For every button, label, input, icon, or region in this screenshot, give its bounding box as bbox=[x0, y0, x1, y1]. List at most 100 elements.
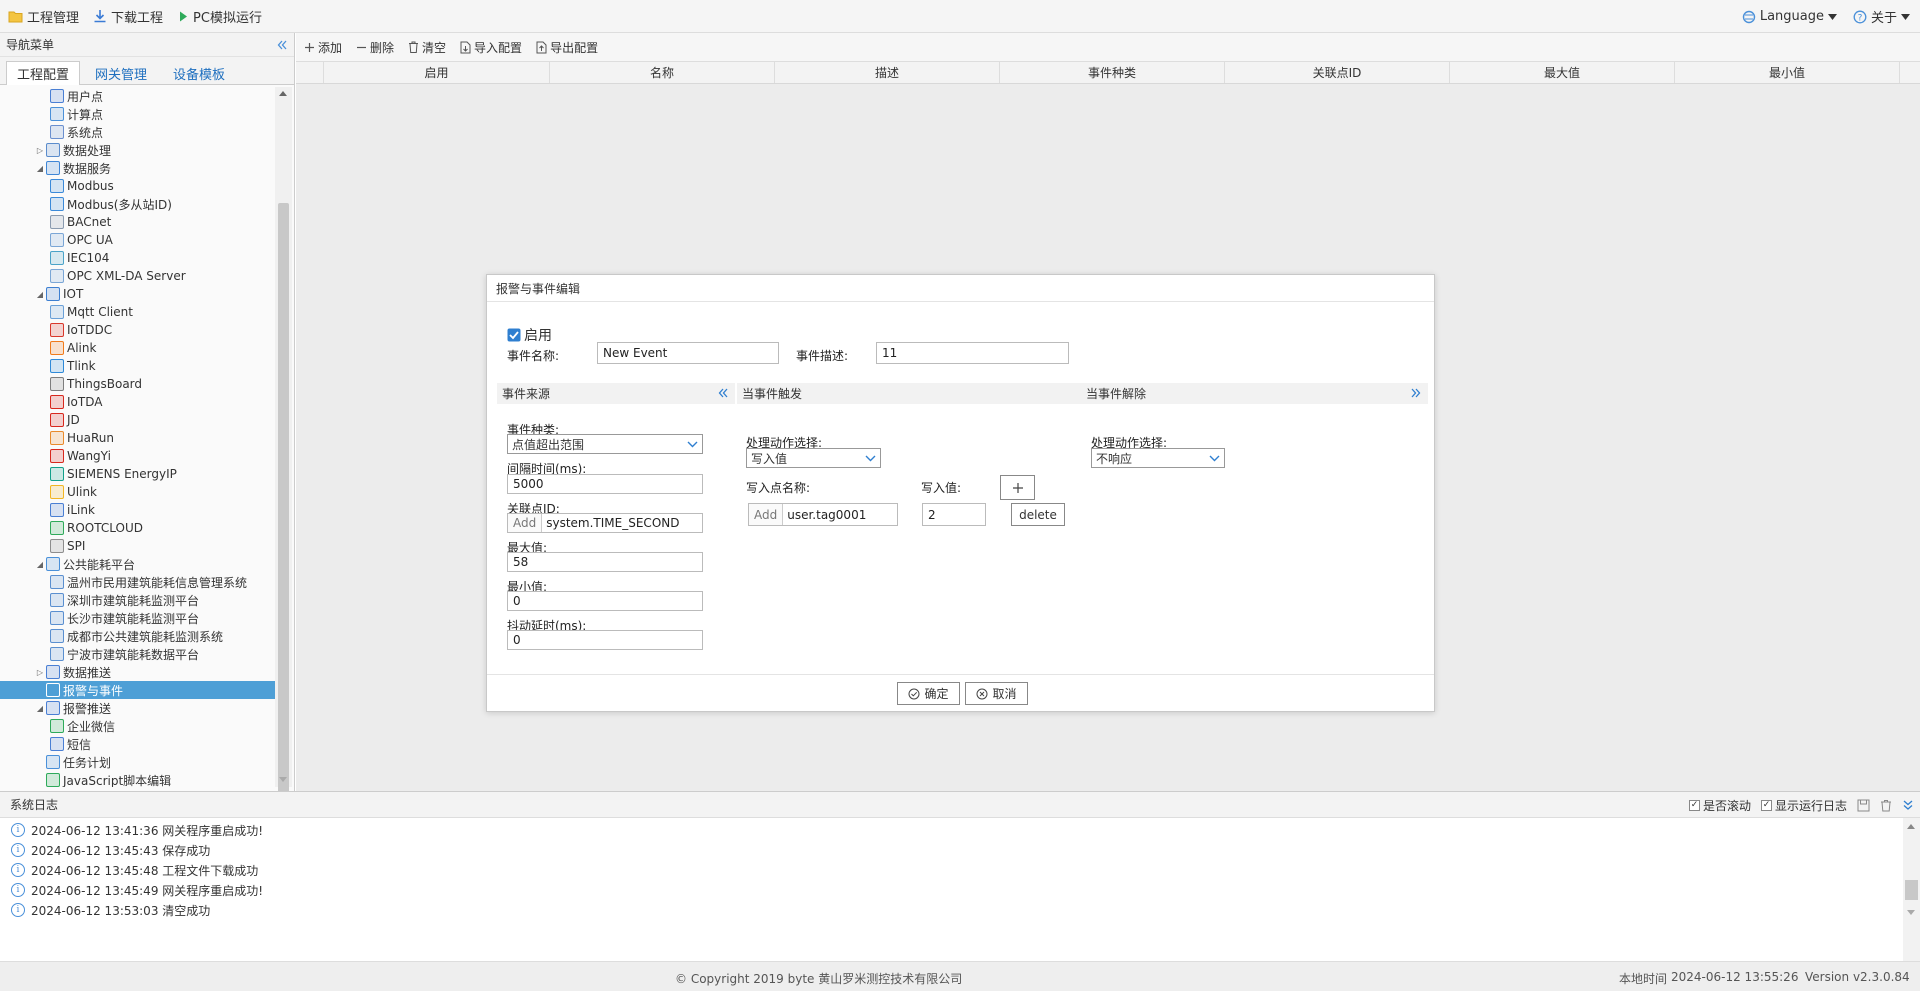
trigger-action-select[interactable]: 写入值 bbox=[746, 448, 881, 468]
tab-project-config[interactable]: 工程配置 bbox=[6, 61, 81, 85]
collapse-source-icon[interactable] bbox=[717, 387, 729, 399]
column-header-name[interactable]: 名称 bbox=[550, 62, 775, 83]
add-write-row-button[interactable] bbox=[1000, 475, 1035, 500]
tree-collapse-icon[interactable]: ◢ bbox=[34, 702, 46, 714]
tree-item[interactable]: Modbus bbox=[0, 177, 275, 195]
log-scrollbar[interactable] bbox=[1903, 818, 1920, 962]
tree-item[interactable]: 成都市公共建筑能耗监测系统 bbox=[0, 627, 275, 645]
write-value-input[interactable]: 2 bbox=[922, 503, 986, 526]
tab-gateway-mgmt[interactable]: 网关管理 bbox=[84, 61, 158, 84]
column-header-point-id[interactable]: 关联点ID bbox=[1225, 62, 1450, 83]
clear-log-icon[interactable] bbox=[1880, 799, 1892, 812]
column-header-event-type[interactable]: 事件种类 bbox=[1000, 62, 1225, 83]
import-config-button[interactable]: 导入配置 bbox=[460, 39, 522, 56]
column-header-max[interactable]: 最大值 bbox=[1450, 62, 1675, 83]
tree-item[interactable]: 宁波市建筑能耗数据平台 bbox=[0, 645, 275, 663]
tree-collapse-icon[interactable]: ◢ bbox=[34, 288, 46, 300]
tree-item[interactable]: BACnet bbox=[0, 213, 275, 231]
tree-item[interactable]: 长沙市建筑能耗监测平台 bbox=[0, 609, 275, 627]
tree-expand-icon[interactable]: ▷ bbox=[34, 144, 46, 156]
tree-item[interactable]: iLink bbox=[0, 501, 275, 519]
language-menu[interactable]: Language bbox=[1742, 9, 1837, 24]
about-menu[interactable]: ? 关于 bbox=[1853, 7, 1910, 26]
tree-item[interactable]: Alink bbox=[0, 339, 275, 357]
navigation-scroll-thumb[interactable] bbox=[278, 203, 289, 803]
ok-button[interactable]: 确定 bbox=[897, 682, 960, 705]
interval-input[interactable]: 5000 bbox=[507, 474, 703, 494]
tree-item[interactable]: IoTDA bbox=[0, 393, 275, 411]
debounce-input[interactable]: 0 bbox=[507, 630, 703, 650]
delete-button[interactable]: 删除 bbox=[356, 39, 394, 56]
tree-item[interactable]: 任务计划 bbox=[0, 753, 275, 771]
tree-item[interactable]: Tlink bbox=[0, 357, 275, 375]
tree-item[interactable]: Mqtt Client bbox=[0, 303, 275, 321]
show-run-log-checkbox[interactable]: ✓ 显示运行日志 bbox=[1760, 797, 1847, 814]
delete-write-row-button[interactable]: delete bbox=[1011, 503, 1065, 526]
tree-item[interactable]: HuaRun bbox=[0, 429, 275, 447]
event-name-input[interactable]: New Event bbox=[597, 342, 779, 364]
clear-button[interactable]: 清空 bbox=[408, 39, 446, 56]
tree-item[interactable]: Ulink bbox=[0, 483, 275, 501]
download-project-button[interactable]: 下载工程 bbox=[93, 7, 163, 26]
tree-item[interactable]: ◢ 数据服务 bbox=[0, 159, 275, 177]
collapse-left-icon[interactable] bbox=[276, 39, 288, 51]
column-header-min[interactable]: 最小值 bbox=[1675, 62, 1900, 83]
tree-item[interactable]: SPI bbox=[0, 537, 275, 555]
tree-item[interactable]: Modbus(多从站ID) bbox=[0, 195, 275, 213]
scroll-up-icon[interactable] bbox=[279, 91, 287, 96]
tree-item[interactable]: 温州市民用建筑能耗信息管理系统 bbox=[0, 573, 275, 591]
export-config-button[interactable]: 导出配置 bbox=[536, 39, 598, 56]
tree-item[interactable]: JavaScript脚本编辑 bbox=[0, 771, 275, 787]
tree-item[interactable]: ◢ 报警推送 bbox=[0, 699, 275, 717]
column-header-description[interactable]: 描述 bbox=[775, 62, 1000, 83]
scroll-up-icon[interactable] bbox=[1907, 824, 1915, 829]
add-button[interactable]: 添加 bbox=[304, 39, 342, 56]
tree-item[interactable]: 系统点 bbox=[0, 123, 275, 141]
min-value-input[interactable]: 0 bbox=[507, 591, 703, 611]
scroll-down-icon[interactable] bbox=[1907, 910, 1915, 915]
tree-item[interactable]: 企业微信 bbox=[0, 717, 275, 735]
scroll-down-icon[interactable] bbox=[279, 777, 287, 782]
log-scroll-thumb[interactable] bbox=[1905, 880, 1918, 900]
tree-item[interactable]: ▷ 数据处理 bbox=[0, 141, 275, 159]
point-id-field[interactable]: Add system.TIME_SECOND bbox=[507, 513, 703, 533]
tree-item[interactable]: OPC XML-DA Server bbox=[0, 267, 275, 285]
tree-item[interactable]: JD bbox=[0, 411, 275, 429]
tree-item[interactable]: 深圳市建筑能耗监测平台 bbox=[0, 591, 275, 609]
auto-scroll-checkbox[interactable]: ✓ 是否滚动 bbox=[1688, 797, 1751, 814]
column-header-enable[interactable]: 启用 bbox=[324, 62, 550, 83]
write-point-field[interactable]: Add user.tag0001 bbox=[748, 503, 898, 526]
tree-item[interactable]: SIEMENS EnergyIP bbox=[0, 465, 275, 483]
tree-expand-icon[interactable]: ▷ bbox=[34, 666, 46, 678]
event-desc-input[interactable]: 11 bbox=[876, 342, 1069, 364]
tree-item[interactable]: ▷ 数据推送 bbox=[0, 663, 275, 681]
save-log-icon[interactable] bbox=[1857, 799, 1870, 812]
tree-collapse-icon[interactable]: ◢ bbox=[34, 558, 46, 570]
tree-item[interactable]: 报警与事件 bbox=[0, 681, 275, 699]
tree-item[interactable]: IoTDDC bbox=[0, 321, 275, 339]
tab-device-template[interactable]: 设备模板 bbox=[162, 61, 236, 84]
project-mgmt-button[interactable]: 工程管理 bbox=[8, 7, 79, 26]
expand-release-icon[interactable] bbox=[1410, 387, 1422, 399]
max-value-input[interactable]: 58 bbox=[507, 552, 703, 572]
tree-item[interactable]: 用户点 bbox=[0, 87, 275, 105]
enable-checkbox[interactable] bbox=[507, 328, 521, 342]
tree-item[interactable]: ◢ 公共能耗平台 bbox=[0, 555, 275, 573]
cancel-button[interactable]: 取消 bbox=[965, 682, 1028, 705]
point-id-add-button[interactable]: Add bbox=[508, 514, 543, 532]
tree-item[interactable]: OPC UA bbox=[0, 231, 275, 249]
tree-item[interactable]: ◢ IOT bbox=[0, 285, 275, 303]
enable-checkbox-row[interactable]: 启用 bbox=[507, 325, 552, 345]
collapse-log-icon[interactable] bbox=[1902, 799, 1914, 811]
tree-collapse-icon[interactable]: ◢ bbox=[34, 162, 46, 174]
tree-item[interactable]: IEC104 bbox=[0, 249, 275, 267]
pc-simulate-button[interactable]: PC模拟运行 bbox=[177, 7, 262, 26]
release-action-select[interactable]: 不响应 bbox=[1091, 448, 1225, 468]
write-point-add-button[interactable]: Add bbox=[749, 504, 784, 525]
event-type-select[interactable]: 点值超出范围 bbox=[507, 434, 703, 454]
tree-item[interactable]: ThingsBoard bbox=[0, 375, 275, 393]
tree-item[interactable]: WangYi bbox=[0, 447, 275, 465]
tree-item[interactable]: 短信 bbox=[0, 735, 275, 753]
navigation-scrollbar[interactable] bbox=[275, 87, 292, 803]
tree-item[interactable]: ROOTCLOUD bbox=[0, 519, 275, 537]
